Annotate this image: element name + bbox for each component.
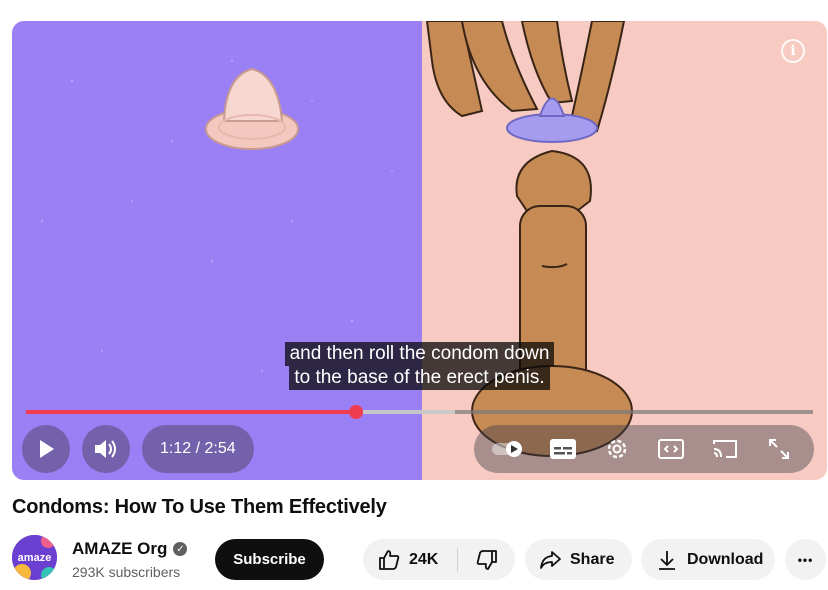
autoplay-toggle[interactable] — [491, 431, 527, 467]
subscribe-button[interactable]: Subscribe — [215, 539, 324, 580]
thumbs-up-icon — [379, 549, 400, 570]
verified-check-icon: ✓ — [173, 542, 188, 556]
autoplay-toggle-icon — [492, 441, 522, 457]
channel-name[interactable]: AMAZE Org — [72, 539, 167, 559]
thumbs-down-icon — [476, 549, 497, 570]
like-count: 24K — [409, 550, 439, 568]
download-button[interactable]: Download — [641, 539, 775, 580]
right-controls — [474, 425, 814, 473]
caption-area: and then roll the condom down to the bas… — [12, 342, 827, 390]
fullscreen-icon — [769, 439, 789, 459]
caption-line-1: and then roll the condom down — [284, 342, 555, 366]
subtitles-icon — [550, 439, 576, 459]
miniplayer-icon — [658, 439, 684, 459]
subscriber-count: 293K subscribers — [72, 564, 181, 580]
play-icon — [40, 440, 54, 458]
more-actions-button[interactable]: ••• — [785, 539, 826, 580]
time-display: 1:12 / 2:54 — [142, 425, 254, 473]
play-button[interactable] — [22, 425, 70, 473]
settings-button[interactable] — [599, 431, 635, 467]
subtitles-button[interactable] — [545, 431, 581, 467]
amaze-logo: amaze — [12, 535, 57, 580]
progress-bar[interactable] — [26, 405, 813, 419]
caption-line-2: to the base of the erect penis. — [289, 366, 550, 390]
share-label: Share — [570, 550, 615, 568]
download-label: Download — [687, 550, 764, 568]
volume-button[interactable] — [82, 425, 130, 473]
progress-played — [26, 410, 356, 414]
settings-icon — [607, 439, 627, 459]
volume-icon — [95, 440, 116, 458]
like-dislike-group: 24K — [363, 539, 515, 580]
video-title: Condoms: How To Use Them Effectively — [12, 496, 387, 518]
video-player[interactable]: i and then roll the condom down to the b… — [12, 21, 827, 480]
download-icon — [659, 550, 675, 570]
left-controls: 1:12 / 2:54 — [22, 425, 254, 473]
like-button[interactable]: 24K — [363, 539, 457, 580]
info-icon[interactable]: i — [781, 39, 805, 63]
dislike-button[interactable] — [458, 539, 515, 580]
share-arrow-icon — [540, 550, 561, 569]
cast-button[interactable] — [707, 431, 743, 467]
share-button[interactable]: Share — [525, 539, 632, 580]
svg-text:amaze: amaze — [18, 552, 52, 564]
miniplayer-button[interactable] — [653, 431, 689, 467]
more-icon: ••• — [797, 552, 814, 567]
fullscreen-button[interactable] — [761, 431, 797, 467]
progress-scrubber-handle[interactable] — [348, 405, 363, 419]
channel-name-row[interactable]: AMAZE Org ✓ — [72, 539, 188, 559]
cast-icon — [713, 440, 737, 458]
channel-avatar[interactable]: amaze — [12, 535, 57, 580]
